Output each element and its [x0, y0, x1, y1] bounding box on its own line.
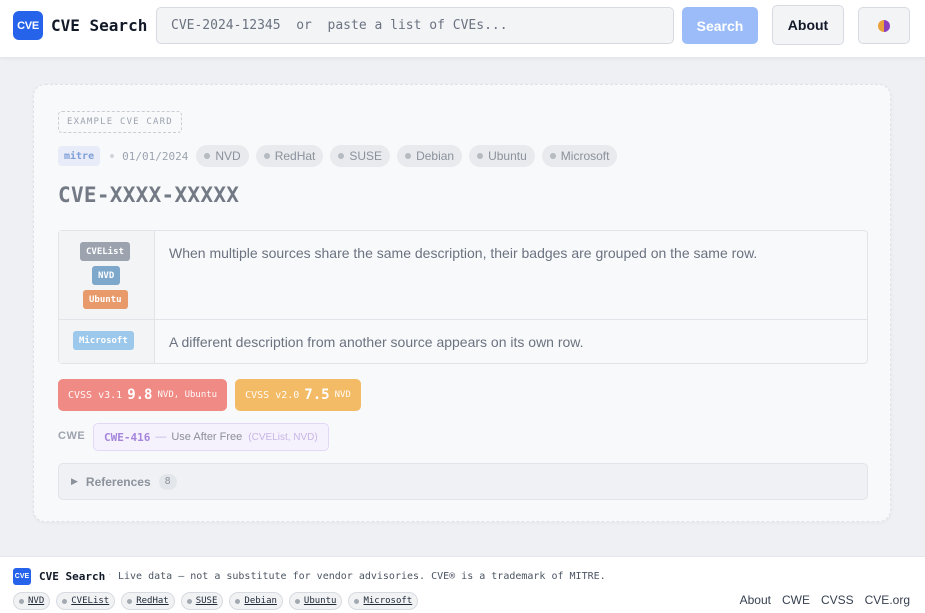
app-logo[interactable]: CVE [13, 11, 43, 40]
description-sources: Microsoft [59, 320, 155, 363]
footer-link-ubuntu[interactable]: Ubuntu [288, 592, 343, 610]
source-badge-nvd: NVD [92, 266, 121, 285]
status-dot-icon [62, 598, 68, 604]
footer-title: CVE Search [39, 570, 106, 583]
search-input[interactable] [156, 7, 674, 44]
vendor-pill-suse[interactable]: SUSE [330, 145, 391, 167]
cwe-badge[interactable]: CWE-416 — Use After Free (CVEList, NVD) [93, 423, 329, 451]
cwe-id: CWE-416 [104, 430, 151, 444]
source-badge: mitre [58, 146, 101, 166]
description-text: A different description from another sou… [169, 334, 584, 350]
cvss-sources: NVD, Ubuntu [157, 390, 218, 400]
app-title[interactable]: CVE Search [51, 16, 147, 35]
footer-disclaimer: Live data — not a substitute for vendor … [118, 571, 606, 582]
status-dot-icon [354, 598, 360, 604]
cvss-row: CVSS v3.1 9.8 NVD, Ubuntu CVSS v2.0 7.5 … [58, 379, 369, 411]
references-label: References [85, 474, 151, 489]
footer-separator: · [108, 569, 112, 580]
description-row: CVEList NVD Ubuntu When multiple sources… [59, 231, 867, 320]
cvss-score: 7.5 [304, 387, 330, 403]
cwe-separator: — [155, 431, 167, 443]
status-dot-icon [263, 153, 270, 159]
footer-link-suse[interactable]: SUSE [180, 592, 224, 610]
footer-nav: About CWE CVSS CVE.org [729, 593, 910, 607]
footer-logo: CVE [13, 568, 31, 585]
status-dot-icon [127, 598, 133, 604]
cwe-sources: (CVEList, NVD) [248, 431, 318, 443]
theme-toggle-icon [878, 19, 890, 32]
about-button[interactable]: About [772, 5, 844, 45]
app-footer: CVE CVE Search · Live data — not a subst… [0, 556, 925, 613]
cwe-label: CWE [58, 430, 86, 442]
vendor-pill-debian[interactable]: Debian [397, 145, 463, 167]
source-badge-microsoft: Microsoft [73, 331, 134, 350]
vendor-pill-redhat[interactable]: RedHat [255, 145, 324, 167]
footer-nav-about[interactable]: About [740, 593, 771, 607]
cvss-score: 9.8 [127, 387, 153, 403]
status-dot-icon [186, 598, 192, 604]
footer-link-nvd[interactable]: NVD [13, 592, 51, 610]
references-count-badge: 8 [158, 473, 177, 490]
footer-nav-cwe[interactable]: CWE [782, 593, 810, 607]
footer-link-cvelist[interactable]: CVEList [56, 592, 116, 610]
status-dot-icon [477, 153, 484, 159]
cve-card: EXAMPLE CVE CARD mitre 01/01/2024 NVD Re… [33, 84, 891, 522]
cvss-sources: NVD [334, 390, 351, 400]
cve-id-title: CVE-XXXX-XXXXX [58, 183, 240, 207]
footer-link-microsoft[interactable]: Microsoft [348, 592, 419, 610]
status-dot-icon [19, 598, 24, 604]
vendor-pill-nvd[interactable]: NVD [196, 145, 249, 167]
app-header: CVE CVE Search Search About [0, 0, 925, 58]
status-dot-icon [549, 153, 556, 159]
footer-nav-cve-org[interactable]: CVE.org [865, 593, 910, 607]
cvss-v20-badge[interactable]: CVSS v2.0 7.5 NVD [235, 379, 361, 411]
status-dot-icon [294, 598, 300, 604]
cvss-version: CVSS v3.1 [68, 389, 123, 401]
status-dot-icon [204, 153, 211, 159]
footer-link-debian[interactable]: Debian [229, 592, 283, 610]
status-dot-icon [235, 598, 241, 604]
description-text: When multiple sources share the same des… [169, 245, 758, 261]
vendor-pill-ubuntu[interactable]: Ubuntu [469, 145, 535, 167]
published-date: 01/01/2024 [122, 149, 189, 163]
footer-source-links: NVD CVEList RedHat SUSE Debian Ubuntu Mi… [13, 592, 424, 610]
description-sources: CVEList NVD Ubuntu [59, 231, 155, 319]
theme-toggle-button[interactable] [858, 7, 910, 44]
vendor-pill-microsoft[interactable]: Microsoft [541, 145, 618, 167]
status-dot-icon [338, 153, 345, 159]
expand-triangle-icon: ▶ [71, 476, 78, 486]
status-dot-icon [405, 153, 412, 159]
source-badge-cvelist: CVEList [80, 242, 130, 261]
references-toggle[interactable]: ▶ References 8 [58, 463, 868, 500]
cvss-version: CVSS v2.0 [245, 389, 300, 401]
description-row: Microsoft A different description from a… [59, 320, 867, 363]
footer-link-redhat[interactable]: RedHat [121, 592, 175, 610]
meta-separator-dot [110, 154, 115, 158]
footer-nav-cvss[interactable]: CVSS [821, 593, 854, 607]
example-card-label: EXAMPLE CVE CARD [58, 111, 182, 133]
cve-meta-row: mitre 01/01/2024 NVD RedHat SUSE Debian … [58, 145, 624, 167]
description-table: CVEList NVD Ubuntu When multiple sources… [58, 230, 868, 364]
source-badge-ubuntu: Ubuntu [83, 290, 128, 309]
cwe-name: Use After Free [171, 431, 243, 443]
cvss-v31-badge[interactable]: CVSS v3.1 9.8 NVD, Ubuntu [58, 379, 228, 411]
search-button[interactable]: Search [682, 7, 758, 44]
